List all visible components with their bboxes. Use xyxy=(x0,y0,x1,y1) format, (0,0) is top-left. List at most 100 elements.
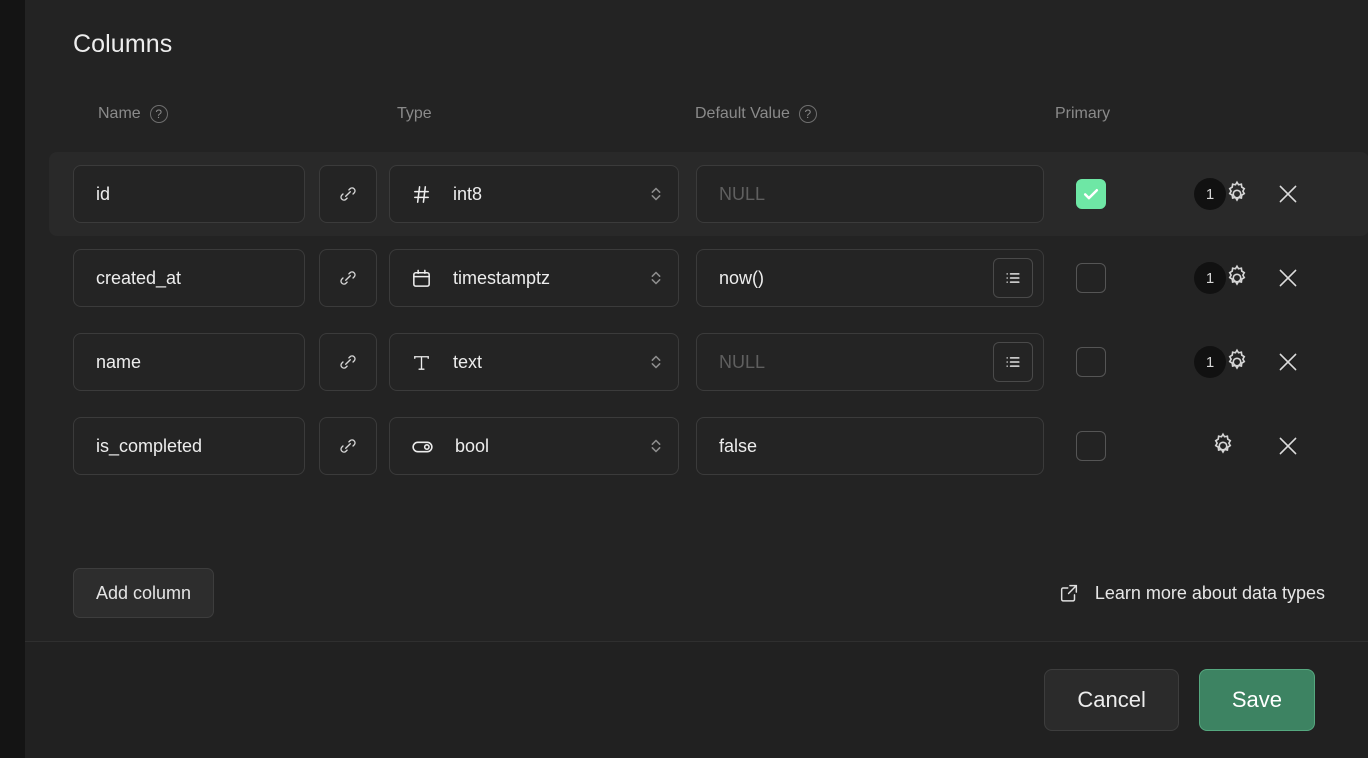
header-name-label: Name xyxy=(98,105,141,122)
remove-column-button[interactable] xyxy=(1266,424,1310,468)
column-settings-button[interactable]: 1 xyxy=(1194,258,1252,298)
default-value-options-button[interactable] xyxy=(993,342,1033,382)
column-name-value: is_completed xyxy=(96,435,203,456)
columns-rows: id int8 NULL 1 created_at timestamptz no… xyxy=(25,152,1368,488)
hash-icon xyxy=(410,183,433,206)
column-name-input[interactable]: id xyxy=(73,165,305,223)
save-button[interactable]: Save xyxy=(1198,669,1315,731)
table-row: is_completed bool false xyxy=(25,404,1368,488)
column-type-value: bool xyxy=(455,435,490,456)
link-icon xyxy=(337,183,359,205)
default-value-input[interactable]: false xyxy=(696,417,1044,475)
default-value-text: false xyxy=(719,435,758,456)
calendar-icon xyxy=(410,267,433,290)
gear-icon xyxy=(1222,179,1252,209)
gear-icon xyxy=(1222,347,1252,377)
link-icon xyxy=(337,267,359,289)
default-value-input[interactable]: NULL xyxy=(696,333,1044,391)
list-icon xyxy=(1003,352,1023,372)
column-name-input[interactable]: created_at xyxy=(73,249,305,307)
default-value-input[interactable]: now() xyxy=(696,249,1044,307)
name-help-icon[interactable]: ? xyxy=(149,105,168,123)
column-settings-button[interactable]: 1 xyxy=(1194,342,1252,382)
chevron-updown-icon xyxy=(648,183,664,205)
add-column-button[interactable]: Add column xyxy=(73,568,215,618)
default-value-input[interactable]: NULL xyxy=(696,165,1044,223)
toggle-icon xyxy=(410,434,435,459)
external-link-icon xyxy=(1058,582,1080,604)
column-type-select[interactable]: timestamptz xyxy=(389,249,679,307)
primary-key-checkbox[interactable] xyxy=(1076,263,1106,293)
settings-count-badge: 1 xyxy=(1194,346,1226,378)
column-type-value: text xyxy=(453,351,483,372)
gear-icon xyxy=(1222,263,1252,293)
section-title: Columns xyxy=(73,30,173,58)
header-primary-label: Primary xyxy=(1055,105,1111,122)
body-footer: Add column Learn more about data types xyxy=(73,568,1343,618)
gear-icon xyxy=(1208,431,1238,461)
column-name-value: name xyxy=(96,351,142,372)
column-name-value: created_at xyxy=(96,267,182,288)
column-name-value: id xyxy=(96,183,111,204)
learn-more-link[interactable]: Learn more about data types xyxy=(1058,582,1325,604)
settings-count-badge: 1 xyxy=(1194,262,1226,294)
close-icon xyxy=(1275,181,1301,207)
table-row: id int8 NULL 1 xyxy=(49,152,1368,236)
table-row: created_at timestamptz now() 1 xyxy=(25,236,1368,320)
header-default-value-label: Default Value xyxy=(695,105,790,122)
check-icon xyxy=(1083,189,1099,200)
column-headers: Name ? Type Default Value ? Primary xyxy=(73,105,1343,135)
text-icon xyxy=(410,351,433,374)
foreign-key-link-button[interactable] xyxy=(319,165,377,223)
add-column-label: Add column xyxy=(96,582,192,603)
column-name-input[interactable]: name xyxy=(73,333,305,391)
link-icon xyxy=(337,351,359,373)
header-type: Type xyxy=(397,105,432,123)
foreign-key-link-button[interactable] xyxy=(319,333,377,391)
header-type-label: Type xyxy=(397,105,432,122)
column-settings-button[interactable] xyxy=(1194,426,1252,466)
cancel-button[interactable]: Cancel xyxy=(1044,669,1179,731)
dialog-body: Columns Name ? Type Default Value ? Prim… xyxy=(25,0,1368,641)
foreign-key-link-button[interactable] xyxy=(319,417,377,475)
dialog-root: Columns Name ? Type Default Value ? Prim… xyxy=(0,0,1368,758)
row-actions xyxy=(1194,424,1310,468)
columns-dialog-panel: Columns Name ? Type Default Value ? Prim… xyxy=(25,0,1368,758)
cancel-label: Cancel xyxy=(1077,687,1146,712)
default-value-text: now() xyxy=(719,267,765,288)
column-settings-button[interactable]: 1 xyxy=(1194,174,1252,214)
learn-more-label: Learn more about data types xyxy=(1094,582,1325,603)
foreign-key-link-button[interactable] xyxy=(319,249,377,307)
chevron-updown-icon xyxy=(648,351,664,373)
chevron-updown-icon xyxy=(648,267,664,289)
primary-key-checkbox[interactable] xyxy=(1076,179,1106,209)
row-actions: 1 xyxy=(1194,172,1310,216)
remove-column-button[interactable] xyxy=(1266,256,1310,300)
list-icon xyxy=(1003,268,1023,288)
primary-key-checkbox[interactable] xyxy=(1076,347,1106,377)
close-icon xyxy=(1275,265,1301,291)
column-type-select[interactable]: int8 xyxy=(389,165,679,223)
column-type-value: int8 xyxy=(453,183,483,204)
remove-column-button[interactable] xyxy=(1266,340,1310,384)
close-icon xyxy=(1275,433,1301,459)
column-type-select[interactable]: bool xyxy=(389,417,679,475)
row-actions: 1 xyxy=(1194,256,1310,300)
save-label: Save xyxy=(1231,687,1282,712)
column-type-value: timestamptz xyxy=(453,267,551,288)
remove-column-button[interactable] xyxy=(1266,172,1310,216)
chevron-updown-icon xyxy=(648,435,664,457)
header-default-value: Default Value ? xyxy=(695,105,817,123)
dialog-footer: Cancel Save xyxy=(25,641,1368,758)
close-icon xyxy=(1275,349,1301,375)
column-type-select[interactable]: text xyxy=(389,333,679,391)
column-name-input[interactable]: is_completed xyxy=(73,417,305,475)
header-name: Name ? xyxy=(98,105,168,123)
link-icon xyxy=(337,435,359,457)
table-row: name text NULL 1 xyxy=(25,320,1368,404)
default-value-text: NULL xyxy=(719,351,766,372)
default-value-options-button[interactable] xyxy=(993,258,1033,298)
left-gutter xyxy=(0,0,25,758)
primary-key-checkbox[interactable] xyxy=(1076,431,1106,461)
default-value-help-icon[interactable]: ? xyxy=(798,105,817,123)
